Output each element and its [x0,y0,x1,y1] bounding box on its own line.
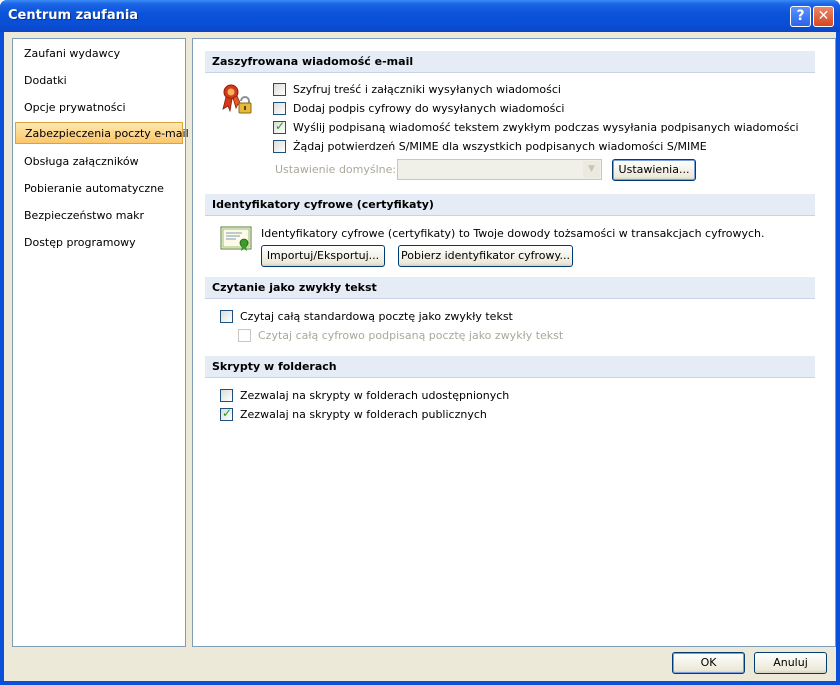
title-bar[interactable]: Centrum zaufania ? ✕ [0,0,840,32]
send-clear-text-option[interactable]: ✓ Wyślij podpisaną wiadomość tekstem zwyk… [273,119,799,136]
chevron-down-icon[interactable]: ▼ [583,161,600,178]
nav-item-email-security[interactable]: Zabezpieczenia poczty e-mail [15,122,189,144]
default-setting-label: Ustawienie domyślne: [275,163,397,176]
check-mark-icon: ✓ [275,119,286,133]
dialog-body: Zaufani wydawcy Dodatki Opcje prywatnośc… [4,32,836,681]
shared-folder-scripts-checkbox[interactable] [220,389,233,402]
check-mark-icon: ✓ [222,406,233,420]
nav-item-programmatic-access[interactable]: Dostęp programowy [24,235,136,251]
nav-item-attachment-handling[interactable]: Obsługa załączników [24,154,139,170]
settings-button[interactable]: Ustawienia... [612,159,696,181]
section-header-plain-text: Czytanie jako zwykły tekst [205,277,815,299]
encrypt-contents-option[interactable]: Szyfruj treść i załączniki wysyłanych wi… [273,83,561,98]
shared-folder-scripts-option[interactable]: Zezwalaj na skrypty w folderach udostępn… [220,389,509,404]
help-button[interactable]: ? [790,6,811,27]
add-signature-option[interactable]: Dodaj podpis cyfrowy do wysyłanych wiado… [273,102,565,117]
nav-item-privacy-options[interactable]: Opcje prywatności [24,100,126,116]
read-plain-text-checkbox[interactable] [220,310,233,323]
close-button[interactable]: ✕ [813,6,834,27]
public-folder-scripts-option[interactable]: ✓ Zezwalaj na skrypty w folderach publicz… [220,406,487,423]
section-header-folder-scripts: Skrypty w folderach [205,356,815,378]
request-receipt-option[interactable]: Żądaj potwierdzeń S/MIME dla wszystkich … [273,140,707,155]
read-plain-text-option[interactable]: Czytaj całą standardową pocztę jako zwyk… [220,310,513,325]
read-signed-plain-text-option: Czytaj całą cyfrowo podpisaną pocztę jak… [238,329,563,344]
read-signed-plain-text-checkbox [238,329,251,342]
public-folder-scripts-checkbox[interactable]: ✓ [220,406,233,421]
section-header-digital-ids: Identyfikatory cyfrowe (certyfikaty) [205,194,815,216]
window-title: Centrum zaufania [8,8,139,23]
get-digital-id-button[interactable]: Pobierz identyfikator cyfrowy... [398,245,573,267]
certificate-lock-icon [220,83,254,115]
ok-button[interactable]: OK [672,652,745,674]
default-setting-dropdown[interactable]: ▼ [397,159,602,180]
nav-item-macro-security[interactable]: Bezpieczeństwo makr [24,208,144,224]
certificate-icon [220,226,252,252]
send-clear-text-checkbox[interactable]: ✓ [273,119,286,134]
request-receipt-checkbox[interactable] [273,140,286,153]
section-header-encrypted-email: Zaszyfrowana wiadomość e-mail [205,51,815,73]
nav-item-automatic-download[interactable]: Pobieranie automatyczne [24,181,164,197]
nav-item-add-ins[interactable]: Dodatki [24,73,67,89]
nav-item-trusted-publishers[interactable]: Zaufani wydawcy [24,46,120,62]
category-list: Zaufani wydawcy Dodatki Opcje prywatnośc… [12,38,189,647]
import-export-button[interactable]: Importuj/Eksportuj... [261,245,385,267]
cancel-button[interactable]: Anuluj [754,652,827,674]
encrypt-contents-checkbox[interactable] [273,83,286,96]
settings-panel: Zaszyfrowana wiadomość e-mail Szyfruj tr… [192,38,836,647]
digital-ids-description: Identyfikatory cyfrowe (certyfikaty) to … [261,227,765,240]
add-signature-checkbox[interactable] [273,102,286,115]
trust-center-window: Centrum zaufania ? ✕ Zaufani wydawcy Dod… [0,0,840,685]
